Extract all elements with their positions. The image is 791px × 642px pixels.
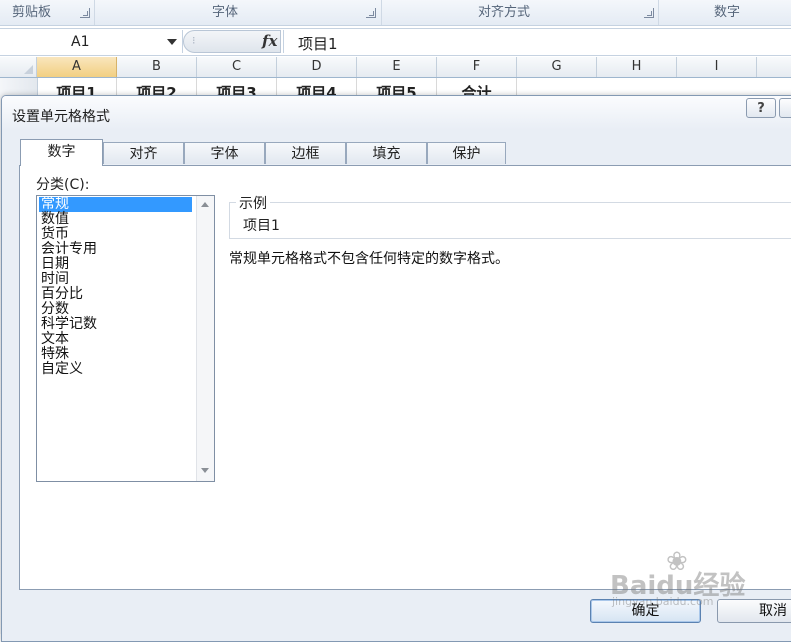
category-item-accounting[interactable]: 会计专用 <box>41 242 97 257</box>
font-launcher-icon[interactable] <box>366 8 376 18</box>
clipboard-launcher-icon[interactable] <box>80 8 90 18</box>
ribbon-group-bar: 剪贴板 字体 对齐方式 数字 <box>0 0 791 26</box>
alignment-launcher-icon[interactable] <box>644 8 654 18</box>
column-header-f[interactable]: F <box>437 57 517 77</box>
grip-icon[interactable]: ⁝ <box>192 34 200 49</box>
ribbon-group-font-label: 字体 <box>212 5 239 20</box>
format-description: 常规单元格格式不包含任何特定的数字格式。 <box>229 251 509 267</box>
tab-number[interactable]: 数字 <box>20 139 103 166</box>
dialog-titlebar[interactable]: 设置单元格格式 ? <box>2 96 791 130</box>
sample-value: 项目1 <box>243 218 280 234</box>
formula-tools: ⁝ fx <box>183 30 281 53</box>
category-item-number[interactable]: 数值 <box>41 212 69 227</box>
help-button[interactable]: ? <box>746 98 776 118</box>
column-header-h[interactable]: H <box>597 57 677 77</box>
column-header-c[interactable]: C <box>197 57 277 77</box>
ribbon-group-number-label: 数字 <box>714 5 741 20</box>
sample-group: 示例 项目1 <box>229 193 791 239</box>
ribbon-group-clipboard-label: 剪贴板 <box>12 5 52 20</box>
ribbon-group-alignment: 对齐方式 <box>382 0 659 25</box>
insert-function-icon[interactable]: fx <box>262 32 277 50</box>
ribbon-group-clipboard: 剪贴板 <box>0 0 95 25</box>
ribbon-group-alignment-label: 对齐方式 <box>478 5 531 20</box>
column-header-i[interactable]: I <box>677 57 757 77</box>
name-box-value: A1 <box>71 34 90 50</box>
category-item-time[interactable]: 时间 <box>41 272 69 287</box>
tab-fill[interactable]: 填充 <box>346 142 427 164</box>
name-box[interactable]: A1 <box>1 30 183 53</box>
tab-border[interactable]: 边框 <box>265 142 346 164</box>
category-item-fraction[interactable]: 分数 <box>41 302 69 317</box>
column-headers: A B C D E F G H I <box>0 57 791 78</box>
select-all-corner[interactable] <box>0 57 37 77</box>
formula-value: 项目1 <box>298 35 338 53</box>
scroll-up-arrow-icon[interactable] <box>201 202 209 207</box>
category-item-currency[interactable]: 货币 <box>41 227 69 242</box>
ribbon-group-font: 字体 <box>95 0 382 25</box>
category-list[interactable]: 常规 数值 货币 会计专用 日期 时间 百分比 分数 科学记数 文本 特殊 自定… <box>36 195 215 482</box>
watermark-url: jingyan.baidu.com <box>612 595 714 608</box>
formula-input[interactable]: 项目1 <box>283 30 789 53</box>
formula-bar: A1 ⁝ fx 项目1 <box>0 28 791 56</box>
scroll-down-arrow-icon[interactable] <box>201 468 209 473</box>
category-list-scrollbar[interactable] <box>196 196 214 481</box>
number-tab-panel: 分类(C): 常规 数值 货币 会计专用 日期 时间 百分比 分数 科学记数 文… <box>19 165 791 590</box>
baidu-watermark: ❀ Baidu经验 jingyan.baidu.com <box>610 547 760 610</box>
dialog-title: 设置单元格格式 <box>12 109 110 125</box>
chevron-down-icon[interactable] <box>167 39 177 45</box>
column-header-g[interactable]: G <box>517 57 597 77</box>
category-item-general[interactable]: 常规 <box>39 197 192 212</box>
category-item-custom[interactable]: 自定义 <box>41 362 83 377</box>
category-item-special[interactable]: 特殊 <box>41 347 69 362</box>
category-item-text[interactable]: 文本 <box>41 332 69 347</box>
tab-font[interactable]: 字体 <box>184 142 265 164</box>
category-item-scientific[interactable]: 科学记数 <box>41 317 97 332</box>
ribbon-group-number: 数字 <box>659 0 791 25</box>
tab-protection[interactable]: 保护 <box>427 142 506 164</box>
tab-alignment[interactable]: 对齐 <box>103 142 184 164</box>
category-item-percentage[interactable]: 百分比 <box>41 287 83 302</box>
column-header-a[interactable]: A <box>37 57 117 77</box>
column-header-d[interactable]: D <box>277 57 357 77</box>
sample-label: 示例 <box>236 193 270 213</box>
column-header-b[interactable]: B <box>117 57 197 77</box>
category-label: 分类(C): <box>36 177 90 193</box>
category-item-date[interactable]: 日期 <box>41 257 69 272</box>
column-header-e[interactable]: E <box>357 57 437 77</box>
close-button[interactable] <box>779 98 791 118</box>
